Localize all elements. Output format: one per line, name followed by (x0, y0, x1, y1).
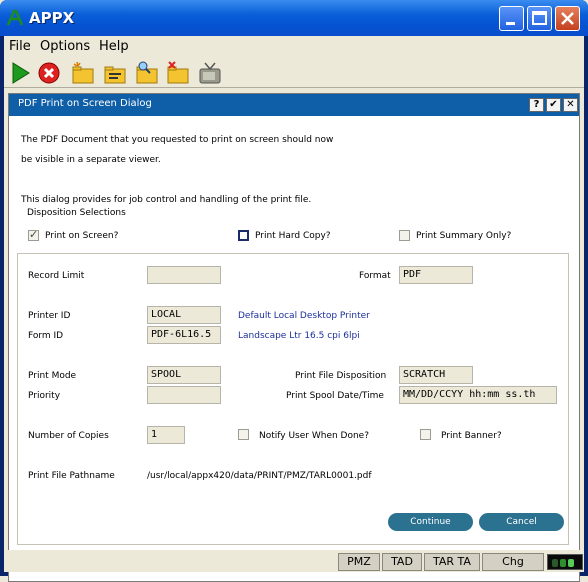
print-hard-copy-checkbox[interactable] (238, 230, 249, 241)
message-line-1: The PDF Document that you requested to p… (21, 135, 334, 145)
stop-icon[interactable] (37, 61, 61, 85)
print-on-screen-checkbox[interactable]: ✓ (28, 228, 39, 241)
print-hard-copy-label: Print Hard Copy? (255, 231, 331, 241)
run-icon[interactable] (8, 61, 32, 85)
group-label: Disposition Selections (25, 208, 128, 218)
activity-indicator (547, 554, 583, 570)
title-bar[interactable]: APPX (0, 0, 588, 36)
form-id-field[interactable]: PDF-6L16.5 (147, 326, 221, 344)
print-mode-field[interactable]: SPOOL (147, 366, 221, 384)
message-line-2: be visible in a separate viewer. (21, 155, 161, 165)
file-disposition-field[interactable]: SCRATCH (399, 366, 473, 384)
close-window-button[interactable] (555, 6, 580, 31)
banner-label: Print Banner? (441, 431, 502, 441)
cancel-button[interactable]: Cancel (479, 513, 564, 531)
folder-search-icon[interactable] (135, 61, 159, 85)
print-on-screen-label: Print on Screen? (45, 231, 119, 241)
spool-date-field[interactable]: MM/DD/CCYY hh:mm ss.th (399, 386, 557, 404)
menu-help[interactable]: Help (99, 39, 129, 54)
status-panel-tarta: TAR TA (424, 553, 480, 571)
ok-check-button[interactable]: ✔ (546, 98, 561, 112)
folder-edit-icon[interactable] (103, 61, 127, 85)
continue-button[interactable]: Continue (388, 513, 473, 531)
minimize-button[interactable] (499, 6, 524, 31)
print-mode-label: Print Mode (28, 371, 77, 381)
banner-checkbox[interactable] (420, 429, 431, 440)
message-line-3: This dialog provides for job control and… (21, 195, 312, 205)
priority-label: Priority (28, 391, 61, 401)
priority-field[interactable] (147, 386, 221, 404)
status-panel-chg: Chg (482, 553, 544, 571)
file-disposition-label: Print File Disposition (295, 371, 387, 381)
copies-label: Number of Copies (28, 431, 109, 441)
printer-id-description: Default Local Desktop Printer (238, 311, 370, 321)
notify-checkbox[interactable] (238, 429, 249, 440)
pdf-print-dialog: PDF Print on Screen Dialog ? ✔ ✕ The PDF… (8, 93, 580, 582)
printer-id-label: Printer ID (28, 311, 71, 321)
form-id-description: Landscape Ltr 16.5 cpi 6lpi (238, 331, 360, 341)
print-summary-only-label: Print Summary Only? (416, 231, 512, 241)
status-panel-pmz: PMZ (338, 553, 380, 571)
toolbar (4, 58, 584, 88)
notify-label: Notify User When Done? (259, 431, 369, 441)
appx-logo-icon (6, 9, 24, 27)
help-button[interactable]: ? (529, 98, 544, 112)
record-limit-label: Record Limit (28, 271, 85, 281)
status-bar: PMZ TAD TAR TA Chg (4, 550, 584, 572)
dialog-title: PDF Print on Screen Dialog (18, 98, 152, 109)
folder-delete-icon[interactable] (166, 61, 190, 85)
check-mark-icon: ✓ (29, 228, 39, 241)
client-area: File Options Help PDF Print on Screen Di… (4, 36, 584, 582)
new-folder-icon[interactable] (71, 61, 95, 85)
record-limit-field[interactable] (147, 266, 221, 284)
dialog-title-bar[interactable]: PDF Print on Screen Dialog ? ✔ ✕ (9, 94, 579, 116)
window-title: APPX (29, 9, 75, 27)
form-id-label: Form ID (28, 331, 64, 341)
print-summary-only-checkbox[interactable] (399, 230, 410, 241)
maximize-button[interactable] (527, 6, 552, 31)
tv-icon[interactable] (198, 61, 222, 85)
menu-bar: File Options Help (4, 36, 584, 58)
copies-field[interactable]: 1 (147, 426, 185, 444)
printer-id-field[interactable]: LOCAL (147, 306, 221, 324)
format-label: Format (359, 271, 391, 281)
format-field[interactable]: PDF (399, 266, 473, 284)
app-window: APPX File Options Help PDF Print on Scre… (0, 0, 588, 582)
menu-file[interactable]: File (9, 39, 31, 54)
pathname-value: /usr/local/appx420/data/PRINT/PMZ/TARL00… (147, 471, 372, 481)
pathname-label: Print File Pathname (28, 471, 115, 481)
spool-date-label: Print Spool Date/Time (286, 391, 384, 401)
menu-options[interactable]: Options (40, 39, 90, 54)
dialog-close-button[interactable]: ✕ (563, 98, 578, 112)
status-panel-tad: TAD (382, 553, 422, 571)
